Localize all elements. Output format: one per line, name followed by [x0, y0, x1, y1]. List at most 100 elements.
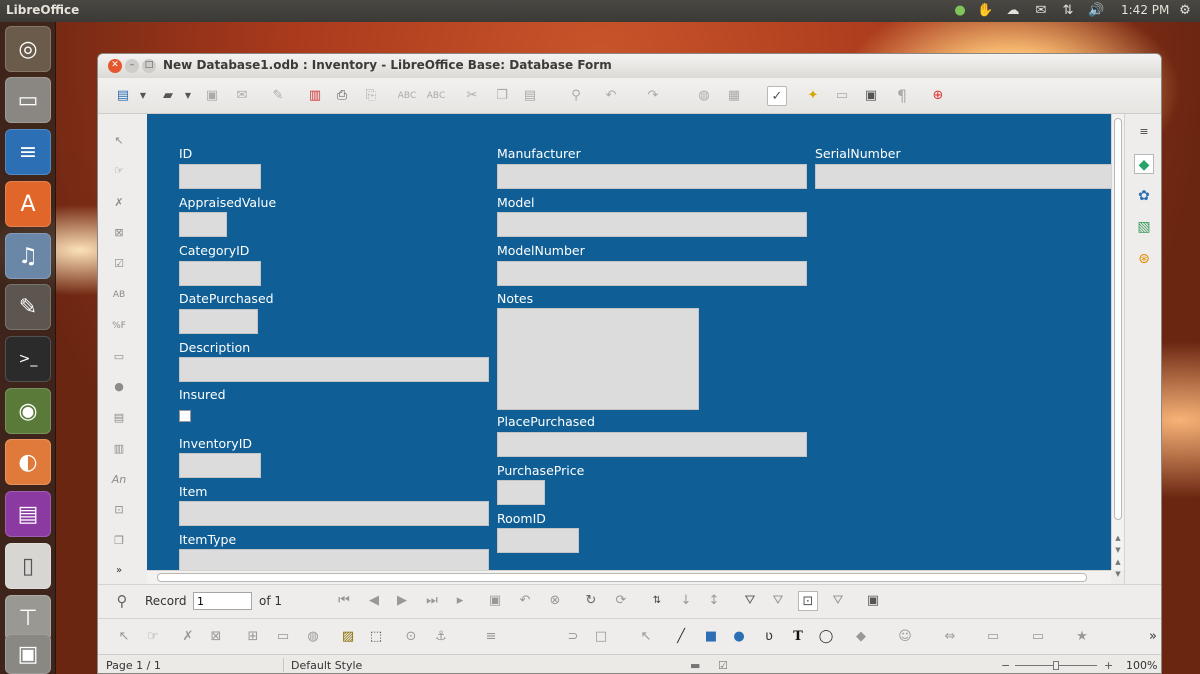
select-icon[interactable]: ↖ — [114, 627, 134, 647]
design-mode-icon[interactable]: ✓ — [767, 86, 787, 106]
checkbox-insured[interactable] — [179, 410, 191, 422]
files-icon[interactable]: ▭ — [5, 77, 51, 123]
next-record-icon[interactable]: ▶ — [392, 591, 412, 611]
line-icon[interactable]: ╱ — [671, 627, 691, 647]
field-notes[interactable] — [497, 308, 699, 410]
sort-descending-icon[interactable]: ↕ — [704, 591, 724, 611]
properties-icon[interactable]: ◆ — [1134, 154, 1154, 174]
clock[interactable]: 1:42 PM — [1121, 3, 1169, 17]
group-icon[interactable]: ⊃ — [563, 627, 583, 647]
stars-icon[interactable]: ★ — [1072, 627, 1092, 647]
text-icon[interactable]: T — [788, 627, 808, 647]
mail-icon[interactable]: ✉ — [1033, 3, 1049, 19]
network-icon[interactable]: ⇅ — [1060, 3, 1076, 19]
horizontal-scrollbar[interactable] — [147, 570, 1111, 584]
zoom-level[interactable]: 100% — [1126, 659, 1157, 672]
freeform-icon[interactable]: ʋ — [759, 627, 779, 647]
frame-icon[interactable]: □ — [591, 627, 611, 647]
formatting-marks-icon[interactable]: ¶ — [892, 86, 912, 106]
last-record-icon[interactable]: ⏭ — [422, 591, 442, 611]
field-purchase-price[interactable] — [497, 480, 545, 505]
zoom-slider-handle[interactable] — [1053, 661, 1059, 670]
sort-ascending-icon[interactable]: ↓ — [676, 591, 696, 611]
edit-icon[interactable]: ✎ — [268, 86, 288, 106]
maximize-icon[interactable]: □ — [142, 59, 156, 73]
field-inventory-id[interactable] — [179, 453, 261, 478]
rhythmbox-icon[interactable]: ♫ — [5, 233, 51, 279]
anchor-icon[interactable]: ⚓ — [431, 627, 451, 647]
basic-shapes-icon[interactable]: ◆ — [851, 627, 871, 647]
sync-icon[interactable]: ● — [952, 3, 968, 19]
form-properties-icon[interactable]: ⊠ — [206, 627, 226, 647]
gimp-icon[interactable]: ✎ — [5, 284, 51, 330]
open-icon[interactable]: ▰ — [158, 86, 178, 106]
pdf-icon[interactable]: ▥ — [305, 86, 325, 106]
chrome-icon[interactable]: ◉ — [5, 388, 51, 434]
mango-icon[interactable]: ◐ — [5, 439, 51, 485]
list-box-icon[interactable]: ▤ — [110, 409, 128, 427]
align-icon[interactable]: ≡ — [481, 627, 501, 647]
design-mode-icon[interactable]: ☞ — [143, 627, 163, 647]
app-menu-title[interactable]: LibreOffice — [6, 3, 79, 17]
chevron-down-icon[interactable]: » — [110, 562, 128, 580]
previous-record-icon[interactable]: ◀ — [364, 591, 384, 611]
combo-box-icon[interactable]: ▥ — [110, 440, 128, 458]
field-date-purchased[interactable] — [179, 309, 258, 334]
refresh-icon[interactable]: ↻ — [581, 591, 601, 611]
volume-icon[interactable]: 🔊 — [1088, 3, 1104, 19]
undo-icon[interactable]: ↶ — [601, 86, 621, 106]
save-icon[interactable]: ▣ — [202, 86, 222, 106]
cloud-icon[interactable]: ☁ — [1005, 3, 1021, 19]
navigator-icon[interactable]: ◍ — [303, 627, 323, 647]
writer-icon[interactable]: ≡ — [5, 129, 51, 175]
close-icon[interactable]: ✕ — [108, 59, 122, 73]
select-icon[interactable]: ↖ — [110, 132, 128, 150]
search-icon[interactable]: ⚲ — [112, 591, 132, 611]
push-button-icon[interactable]: ▭ — [110, 348, 128, 366]
sort-icon[interactable]: ⇅ — [647, 591, 667, 611]
field-model-number[interactable] — [497, 261, 807, 286]
control-wizard-icon[interactable]: ✦ — [803, 86, 823, 106]
zoom-out-icon[interactable]: − — [1001, 659, 1010, 672]
gallery-icon[interactable]: ▧ — [1134, 217, 1154, 237]
base-icon[interactable]: ▤ — [5, 491, 51, 537]
table-icon[interactable]: ▦ — [724, 86, 744, 106]
tab-order-icon[interactable]: ▭ — [273, 627, 293, 647]
minimize-icon[interactable]: – — [125, 59, 139, 73]
autofilter-icon[interactable]: ⛛ — [740, 591, 760, 611]
selection-mode-icon[interactable]: ▬ — [690, 659, 700, 672]
checkbox-control-icon[interactable]: ☑ — [110, 255, 128, 273]
help-icon[interactable]: ⊕ — [928, 86, 948, 106]
field-item-type[interactable] — [179, 549, 489, 570]
hand-icon[interactable]: ✋ — [977, 3, 993, 19]
more-controls-icon[interactable]: ⊡ — [110, 501, 128, 519]
copy-icon[interactable]: ❐ — [492, 86, 512, 106]
paste-icon[interactable]: ▤ — [520, 86, 540, 106]
apply-filter-icon[interactable]: ⛛ — [768, 591, 788, 611]
open-in-design-icon[interactable]: ▨ — [338, 627, 358, 647]
sidebar-menu-icon[interactable]: ≡ — [1134, 122, 1154, 142]
activation-order-icon[interactable]: ▣ — [861, 86, 881, 106]
formatted-field-icon[interactable]: %F — [110, 317, 128, 335]
form-properties-icon[interactable]: ⊠ — [110, 224, 128, 242]
terminal-icon[interactable]: >_ — [5, 336, 51, 382]
text-box-icon[interactable]: AB — [110, 286, 128, 304]
form-based-filter-icon[interactable]: ⊡ — [798, 591, 818, 611]
field-serial-number[interactable] — [815, 164, 1111, 189]
field-manufacturer[interactable] — [497, 164, 807, 189]
email-icon[interactable]: ✉ — [232, 86, 252, 106]
symbol-shapes-icon[interactable]: ☺ — [895, 627, 915, 647]
document-icon[interactable]: ▯ — [5, 543, 51, 589]
document-modified-icon[interactable]: ☑ — [718, 659, 728, 672]
field-category-id[interactable] — [179, 261, 261, 286]
clone-icon[interactable]: ⚲ — [566, 86, 586, 106]
delete-record-icon[interactable]: ⊗ — [545, 591, 565, 611]
reset-filter-icon[interactable]: ⛛ — [828, 591, 848, 611]
undo-record-icon[interactable]: ↶ — [515, 591, 535, 611]
ellipse-icon[interactable]: ● — [729, 627, 749, 647]
save-record-icon[interactable]: ▣ — [485, 591, 505, 611]
data-source-icon[interactable]: ▣ — [863, 591, 883, 611]
field-place-purchased[interactable] — [497, 432, 807, 457]
design-mode-toggle-icon[interactable]: ☞ — [110, 162, 128, 180]
anchor-select-icon[interactable]: ⬚ — [366, 627, 386, 647]
